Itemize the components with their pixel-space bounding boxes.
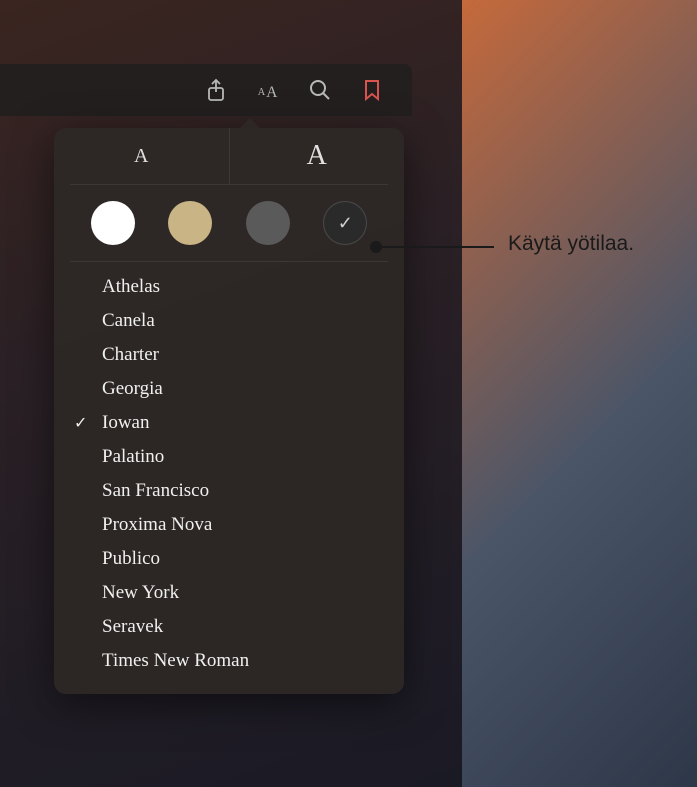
font-item-publico[interactable]: Publico — [54, 542, 404, 576]
theme-row: ✓ — [54, 185, 404, 261]
increase-font-button[interactable]: A — [230, 128, 405, 184]
font-item-palatino[interactable]: Palatino — [54, 440, 404, 474]
share-icon[interactable] — [204, 78, 228, 102]
font-label: Canela — [102, 310, 155, 332]
font-label: New York — [102, 582, 179, 604]
check-icon: ✓ — [74, 413, 87, 433]
font-list: Athelas Canela Charter Georgia ✓ Iowan P… — [54, 262, 404, 694]
search-icon[interactable] — [308, 78, 332, 102]
callout-line — [376, 246, 494, 248]
font-label: Proxima Nova — [102, 514, 212, 536]
callout-label: Käytä yötilaa. — [508, 232, 634, 256]
svg-text:A: A — [266, 84, 278, 100]
font-item-charter[interactable]: Charter — [54, 338, 404, 372]
popover-arrow — [240, 118, 260, 128]
font-item-san-francisco[interactable]: San Francisco — [54, 474, 404, 508]
check-icon: ✓ — [338, 213, 353, 234]
font-label: Charter — [102, 344, 159, 366]
font-label: San Francisco — [102, 480, 209, 502]
font-label: Times New Roman — [102, 650, 249, 672]
font-item-proxima-nova[interactable]: Proxima Nova — [54, 508, 404, 542]
font-item-seravek[interactable]: Seravek — [54, 610, 404, 644]
font-label: Seravek — [102, 616, 163, 638]
font-size-row: A A — [54, 128, 404, 184]
font-item-new-york[interactable]: New York — [54, 576, 404, 610]
font-label: Iowan — [102, 412, 149, 434]
theme-white[interactable] — [91, 201, 135, 245]
font-item-canela[interactable]: Canela — [54, 304, 404, 338]
font-item-athelas[interactable]: Athelas — [54, 270, 404, 304]
theme-night[interactable]: ✓ — [323, 201, 367, 245]
bookmark-icon[interactable] — [360, 78, 384, 102]
font-label: Palatino — [102, 446, 164, 468]
text-appearance-icon[interactable]: A A — [256, 78, 280, 102]
appearance-popover: A A ✓ Athelas Canela Charter Georgia ✓ I… — [54, 128, 404, 694]
decrease-font-button[interactable]: A — [54, 128, 230, 184]
font-label: Publico — [102, 548, 160, 570]
theme-gray[interactable] — [246, 201, 290, 245]
font-label: Georgia — [102, 378, 163, 400]
svg-text:A: A — [258, 87, 266, 98]
theme-sepia[interactable] — [168, 201, 212, 245]
font-item-times-new-roman[interactable]: Times New Roman — [54, 644, 404, 678]
font-item-iowan[interactable]: ✓ Iowan — [54, 406, 404, 440]
font-label: Athelas — [102, 276, 160, 298]
toolbar: A A — [0, 64, 412, 116]
font-item-georgia[interactable]: Georgia — [54, 372, 404, 406]
